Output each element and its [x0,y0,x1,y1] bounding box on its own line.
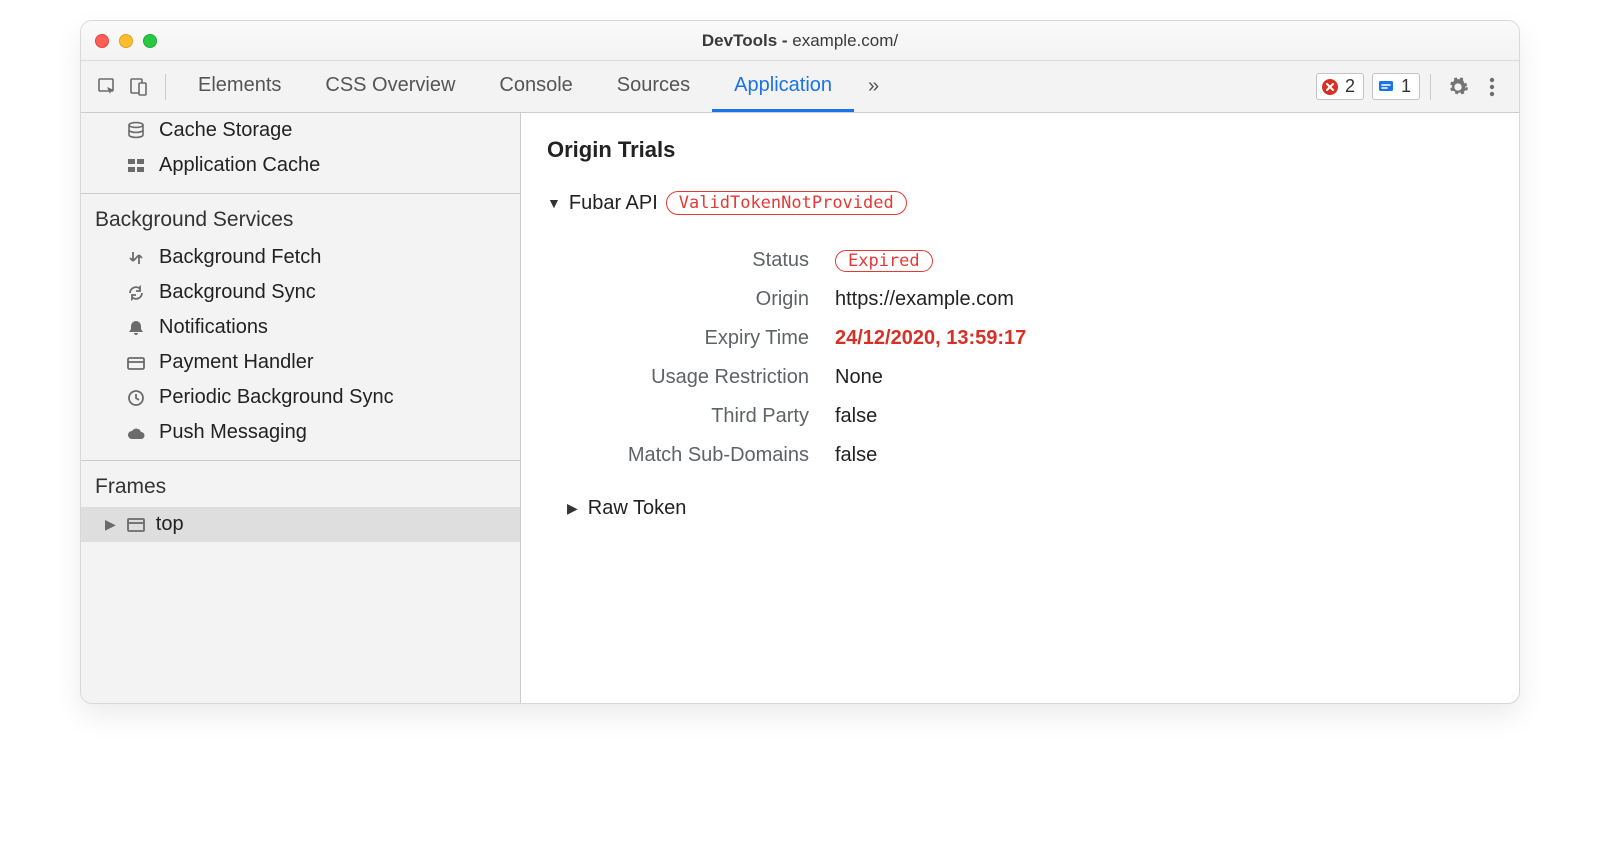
tab-css-overview[interactable]: CSS Overview [303,61,477,112]
val-usage: None [835,366,883,389]
grid-icon [125,157,147,175]
fetch-icon [125,249,147,267]
more-options-button[interactable] [1475,76,1509,98]
maximize-window-button[interactable] [143,34,157,48]
close-window-button[interactable] [95,34,109,48]
row-third-party: Third Party false [585,397,1499,436]
inspect-element-button[interactable] [91,71,123,103]
title-prefix: DevTools - [702,31,792,50]
sidebar-item-label: Notifications [159,316,268,339]
bell-icon [125,319,147,337]
sidebar-divider [81,193,520,194]
more-tabs-button[interactable]: » [854,75,893,98]
origin-trial-header[interactable]: ▼ Fubar API ValidTokenNotProvided [547,191,1499,215]
sidebar-item-label: Background Fetch [159,246,321,269]
toggle-device-toolbar-button[interactable] [123,71,155,103]
row-status: Status Expired [585,241,1499,280]
val-origin: https://example.com [835,288,1014,311]
val-expiry: 24/12/2020, 13:59:17 [835,327,1026,350]
issues-indicator[interactable]: 1 [1372,73,1420,100]
key-third-party: Third Party [585,405,835,428]
key-origin: Origin [585,288,835,311]
frame-top[interactable]: ▶ top [81,507,520,542]
sidebar-section-background-services: Background Services [81,204,520,240]
settings-button[interactable] [1441,76,1475,98]
expand-triangle-icon: ▶ [105,516,116,533]
application-sidebar: Cache Storage Application Cache Backgrou… [81,113,521,703]
sidebar-section-frames: Frames [81,471,520,507]
row-match-subdomains: Match Sub-Domains false [585,436,1499,475]
sidebar-item-push-messaging[interactable]: Push Messaging [81,415,520,450]
issues-icon [1377,78,1395,96]
row-usage: Usage Restriction None [585,358,1499,397]
sidebar-item-application-cache[interactable]: Application Cache [81,148,520,183]
val-match-subdomains: false [835,444,877,467]
row-expiry: Expiry Time 24/12/2020, 13:59:17 [585,319,1499,358]
token-status-badge: ValidTokenNotProvided [666,191,907,215]
sidebar-item-label: Background Sync [159,281,316,304]
devtools-window: DevTools - example.com/ Elements CSS Ove… [80,20,1520,704]
key-status: Status [585,249,835,272]
sidebar-item-label: Payment Handler [159,351,314,374]
tab-console[interactable]: Console [477,61,594,112]
kebab-icon [1489,76,1495,98]
sidebar-item-notifications[interactable]: Notifications [81,310,520,345]
sidebar-item-cache-storage[interactable]: Cache Storage [81,113,520,148]
sync-icon [125,284,147,302]
val-third-party: false [835,405,877,428]
sidebar-item-background-fetch[interactable]: Background Fetch [81,240,520,275]
errors-count: 2 [1345,76,1355,97]
cloud-icon [125,425,147,441]
minimize-window-button[interactable] [119,34,133,48]
key-usage: Usage Restriction [585,366,835,389]
status-badge: Expired [835,250,933,272]
toolbar-divider-right [1430,74,1431,100]
window-title: DevTools - example.com/ [81,31,1519,51]
devtools-toolbar: Elements CSS Overview Console Sources Ap… [81,61,1519,113]
gear-icon [1447,76,1469,98]
issues-count: 1 [1401,76,1411,97]
sidebar-item-label: Cache Storage [159,119,292,142]
titlebar: DevTools - example.com/ [81,21,1519,61]
disclosure-triangle-open-icon: ▼ [547,195,561,211]
origin-trial-details: Status Expired Origin https://example.co… [585,241,1499,475]
disclosure-triangle-closed-icon: ▶ [567,500,578,517]
title-suffix: example.com/ [792,31,898,50]
origin-trial-name: Fubar API [569,192,658,215]
frame-label: top [156,513,184,536]
sidebar-item-periodic-background-sync[interactable]: Periodic Background Sync [81,380,520,415]
panel-body: Cache Storage Application Cache Backgrou… [81,113,1519,703]
card-icon [125,354,147,372]
sidebar-item-background-sync[interactable]: Background Sync [81,275,520,310]
sidebar-item-payment-handler[interactable]: Payment Handler [81,345,520,380]
tab-application[interactable]: Application [712,61,854,112]
tab-sources[interactable]: Sources [595,61,712,112]
traffic-lights [95,34,157,48]
toolbar-divider [165,74,166,100]
clock-icon [125,389,147,407]
error-icon [1321,78,1339,96]
tab-elements[interactable]: Elements [176,61,303,112]
database-icon [125,121,147,141]
raw-token-label: Raw Token [588,497,687,520]
section-heading-origin-trials: Origin Trials [547,137,1499,163]
sidebar-item-label: Periodic Background Sync [159,386,394,409]
panel-tabs: Elements CSS Overview Console Sources Ap… [176,61,854,112]
sidebar-divider [81,460,520,461]
frame-icon [126,517,146,533]
sidebar-item-label: Push Messaging [159,421,307,444]
raw-token-toggle[interactable]: ▶ Raw Token [567,497,1499,520]
errors-indicator[interactable]: 2 [1316,73,1364,100]
key-expiry: Expiry Time [585,327,835,350]
key-match-subdomains: Match Sub-Domains [585,444,835,467]
val-status: Expired [835,249,933,272]
sidebar-item-label: Application Cache [159,154,320,177]
application-main-pane: Origin Trials ▼ Fubar API ValidTokenNotP… [521,113,1519,703]
row-origin: Origin https://example.com [585,280,1499,319]
